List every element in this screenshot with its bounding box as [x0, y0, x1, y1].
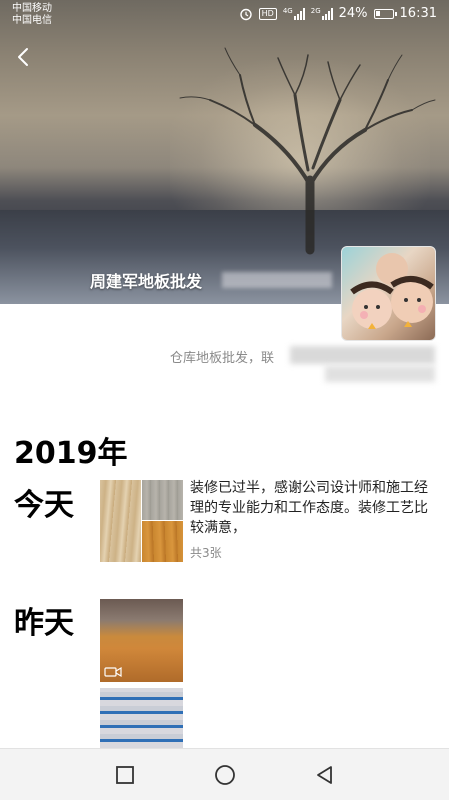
back-arrow-icon[interactable] — [10, 42, 38, 72]
post-thumbnail[interactable] — [142, 480, 183, 520]
clock: 16:31 — [399, 6, 437, 21]
carrier-2: 中国电信 — [12, 15, 52, 26]
cover-tree — [179, 47, 436, 255]
avatar[interactable] — [341, 246, 436, 341]
alarm-icon — [239, 8, 252, 20]
post-video-thumbnail[interactable] — [100, 599, 183, 682]
hd-badge: HD — [258, 7, 277, 20]
post-image-count: 共3张 — [190, 546, 222, 560]
status-bar: 中国移动 中国电信 HD 4G 2G 24% 16:31 — [0, 0, 449, 30]
day-label-yesterday: 昨天 — [14, 606, 74, 641]
triangle-back-icon[interactable] — [313, 763, 337, 787]
post-thumbnail[interactable] — [100, 480, 141, 562]
redacted-phone — [222, 272, 332, 288]
circle-icon[interactable] — [213, 763, 237, 787]
signal-2: 2G — [311, 7, 333, 20]
post-thumbnail[interactable] — [142, 521, 183, 562]
video-icon — [104, 666, 122, 678]
profile-signature: 仓库地板批发，联 — [170, 351, 275, 366]
square-icon[interactable] — [113, 763, 137, 787]
redacted-contact — [290, 346, 435, 364]
system-nav-bar — [0, 748, 449, 800]
day-label-today: 今天 — [14, 488, 74, 523]
carrier-info: 中国移动 中国电信 — [12, 3, 52, 27]
profile-name: 周建军地板批发 — [90, 272, 203, 291]
status-icons: HD 4G 2G 24% 16:31 — [239, 6, 437, 21]
carrier-1: 中国移动 — [12, 3, 52, 14]
post-text[interactable]: 装修已过半，感谢公司设计师和施工经理的专业能力和工作态度。装修工艺比较满意， — [190, 478, 440, 538]
timeline-year: 2019年 — [14, 436, 128, 471]
post-thumbnail[interactable] — [100, 688, 183, 748]
battery-icon — [373, 8, 397, 19]
avatar-image — [350, 253, 434, 329]
battery-percent: 24% — [338, 6, 368, 21]
redacted-contact-2 — [325, 366, 435, 382]
signal-1: 4G — [283, 7, 305, 20]
